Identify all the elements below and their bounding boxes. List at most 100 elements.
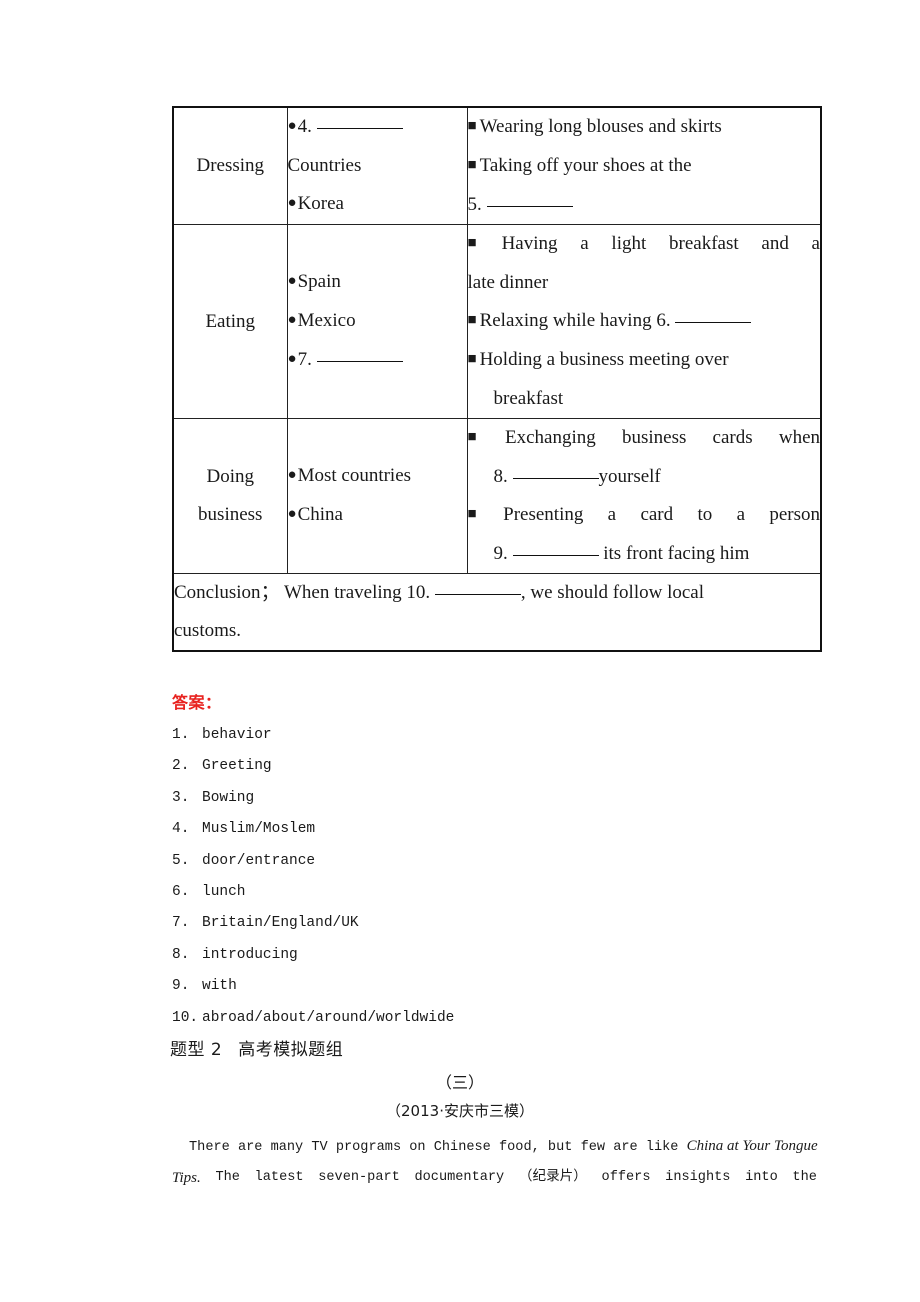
place-text: Countries (287, 155, 362, 176)
conclusion-text-after: , we should follow local (520, 582, 705, 603)
passage-word: insights (665, 1170, 731, 1185)
detail-text: 8. (493, 466, 508, 487)
category-label: Doing (206, 466, 255, 487)
passage-line-2: Tips. The latest seven-part documentary … (172, 1163, 817, 1193)
passage-title-italic: China at Your Tongue (686, 1138, 818, 1154)
detail-text: Having a light breakfast and a (501, 233, 820, 254)
answer-blank-4 (316, 128, 403, 129)
answer-text: Greeting (202, 758, 272, 775)
place-item: Spain (288, 263, 467, 302)
passage-word-cn: （纪录片） (518, 1170, 587, 1185)
row-category-doing-business: Doing business (172, 418, 288, 574)
answer-number: 7. (172, 915, 190, 932)
answer-number: 10. (172, 1009, 199, 1026)
answer-text: Muslim/Moslem (202, 821, 316, 838)
answer-blank-6 (675, 322, 752, 323)
answers-label: 答案： (172, 693, 222, 712)
detail-item: 9. its front facing him (468, 535, 821, 573)
table-row-conclusion: Conclusion； When traveling 10. , we shou… (172, 573, 822, 652)
row-details-dressing: Wearing long blouses and skirts Taking o… (466, 106, 822, 225)
passage-word: latest (254, 1170, 304, 1185)
conclusion-cell: Conclusion； When traveling 10. , we shou… (172, 573, 822, 652)
passage-word: the (792, 1170, 817, 1185)
detail-item: Having a light breakfast and a (468, 225, 820, 264)
place-text: Most countries (297, 465, 412, 486)
row-details-doing-business: Exchanging business cards when 8. yourse… (466, 418, 822, 574)
answer-number: 4. (172, 821, 190, 838)
cultural-customs-table: Dressing 4. Countries Korea (172, 106, 822, 652)
answer-blank-7 (316, 361, 403, 362)
detail-text: Presenting a card to a person (503, 504, 820, 525)
answer-number: 3. (172, 789, 190, 806)
answer-text: Britain/England/UK (202, 915, 359, 932)
detail-item: breakfast (468, 380, 821, 418)
detail-text: Relaxing while having 6. (479, 310, 671, 331)
row-places-eating: Spain Mexico 7. (286, 224, 468, 419)
table-row: Dressing 4. Countries Korea (172, 106, 822, 225)
passage-title-italic: Tips. (172, 1170, 201, 1186)
bullet-square-icon (468, 116, 480, 137)
passage-text: There are many TV programs on Chinese fo… (189, 1140, 687, 1155)
place-text: Spain (297, 271, 341, 292)
conclusion-line-2: customs. (174, 612, 820, 650)
conclusion-text-before: When traveling 10. (284, 582, 431, 603)
answer-text: with (202, 978, 237, 995)
place-item: 7. (288, 341, 467, 380)
row-places-dressing: 4. Countries Korea (286, 106, 468, 225)
detail-text: Exchanging business cards when (505, 427, 820, 448)
bullet-circle-icon (288, 116, 298, 137)
passage-line-1: There are many TV programs on Chinese fo… (172, 1131, 818, 1163)
place-item: Korea (288, 185, 467, 224)
bullet-circle-icon (288, 193, 298, 214)
answer-number: 6. (172, 883, 190, 900)
bullet-circle-icon (288, 465, 298, 486)
detail-item: Exchanging business cards when (468, 419, 820, 458)
detail-item: Relaxing while having 6. (468, 302, 821, 341)
bullet-circle-icon (288, 310, 298, 331)
answer-number: 9. (172, 978, 190, 995)
list-item: 1. behavior (172, 720, 812, 751)
detail-text: Holding a business meeting over (479, 349, 729, 370)
reading-passage: There are many TV programs on Chinese fo… (172, 1131, 818, 1193)
detail-item: Wearing long blouses and skirts (468, 108, 821, 147)
answer-text: lunch (202, 883, 246, 900)
category-label: business (198, 504, 263, 525)
row-category-eating: Eating (172, 224, 288, 419)
answers-list: 1. behavior 2. Greeting 3. Bowing 4. Muslim/… (172, 720, 812, 1034)
list-item: 6. lunch (172, 877, 812, 908)
bullet-circle-icon (288, 271, 298, 292)
answer-number: 2. (172, 758, 190, 775)
row-details-eating: Having a light breakfast and a late dinn… (466, 224, 822, 419)
place-item: Mexico (288, 302, 467, 341)
bullet-square-icon (468, 310, 480, 331)
detail-text: Taking off your shoes at the (479, 155, 692, 176)
list-item: 8. introducing (172, 940, 812, 971)
answer-text: Bowing (202, 789, 255, 806)
passage-word: seven-part (318, 1170, 400, 1185)
bullet-square-icon (468, 504, 504, 525)
category-label: Eating (205, 310, 256, 332)
heading-prefix: 题型 2 (170, 1040, 223, 1060)
place-item: Most countries (288, 457, 467, 496)
category-label: Dressing (196, 155, 265, 176)
answer-text: door/entrance (202, 852, 316, 869)
detail-item: Taking off your shoes at the (468, 147, 821, 186)
list-item: 3. Bowing (172, 783, 812, 814)
list-item: 7. Britain/England/UK (172, 908, 812, 939)
passage-word: documentary (414, 1170, 505, 1185)
answer-text: abroad/about/around/worldwide (202, 1009, 455, 1026)
conclusion-separator: ； (260, 582, 280, 603)
cultural-customs-table-wrapper: Dressing 4. Countries Korea (172, 106, 822, 652)
place-text: 4. (297, 116, 312, 137)
row-places-doing-business: Most countries China (286, 418, 468, 574)
list-item: 5. door/entrance (172, 846, 812, 877)
heading-title: 高考模拟题组 (238, 1040, 344, 1060)
detail-item: Holding a business meeting over (468, 341, 821, 380)
place-text: China (297, 504, 343, 525)
table-row: Eating Spain Mexico 7. (172, 224, 822, 419)
bullet-circle-icon (288, 349, 298, 370)
detail-text: Wearing long blouses and skirts (479, 116, 722, 137)
list-item: 9. with (172, 971, 812, 1002)
answer-text: behavior (202, 727, 272, 743)
list-item: 2. Greeting (172, 751, 812, 782)
